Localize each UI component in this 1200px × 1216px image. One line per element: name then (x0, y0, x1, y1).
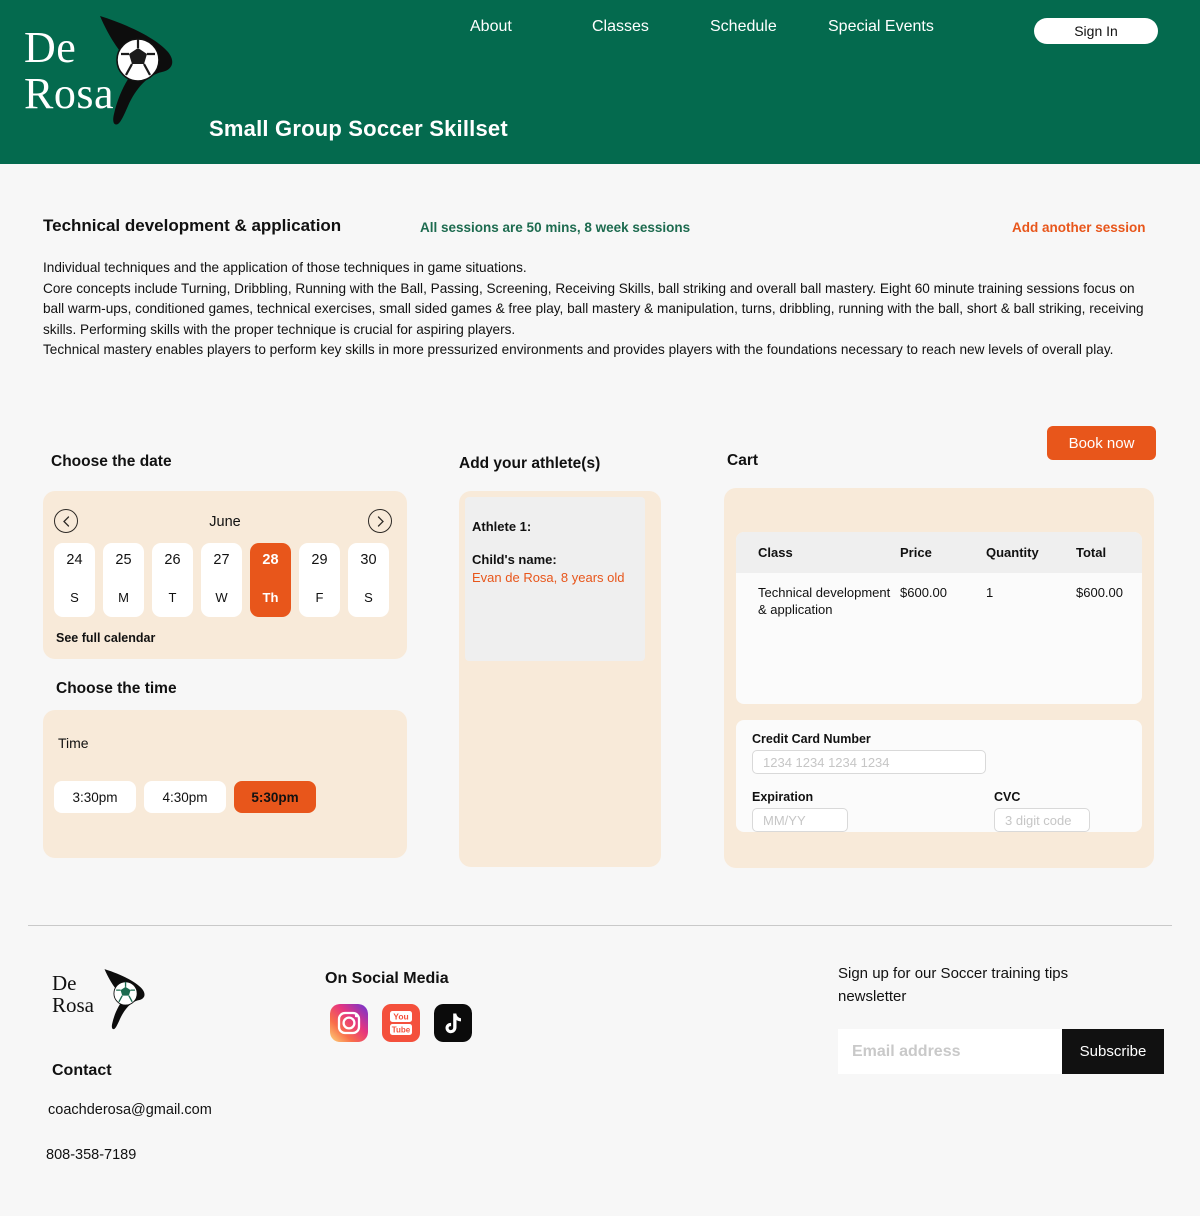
class-title: Technical development & application (43, 216, 342, 235)
child-name-label: Child's name: (472, 552, 557, 567)
calendar-day[interactable]: 27 W (201, 543, 242, 617)
calendar-day[interactable]: 24 S (54, 543, 95, 617)
tiktok-icon[interactable] (434, 1004, 472, 1042)
chevron-right-icon (377, 515, 384, 527)
page-title: Small Group Soccer Skillset (209, 116, 508, 141)
brand-logo-line1: De (24, 23, 77, 72)
footer-divider (28, 925, 1172, 926)
credit-card-label: Credit Card Number (752, 732, 871, 746)
day-number: 30 (360, 552, 377, 568)
col-price: Price (900, 532, 986, 573)
cart-panel: Class Price Quantity Total Technical dev… (724, 488, 1154, 868)
newsletter-text: Sign up for our Soccer training tips new… (838, 965, 1069, 1005)
cell-total: $600.00 (1076, 585, 1123, 600)
nav-item-special-events[interactable]: Special Events (828, 18, 978, 36)
calendar-day[interactable]: 29 F (299, 543, 340, 617)
social-heading: On Social Media (325, 970, 449, 987)
day-number: 28 (262, 552, 279, 568)
cell-quantity: 1 (986, 585, 994, 600)
day-weekday: T (168, 590, 177, 605)
contact-phone[interactable]: 808-358-7189 (46, 1147, 136, 1163)
contact-email[interactable]: coachderosa@gmail.com (48, 1102, 212, 1118)
calendar-day[interactable]: 26 T (152, 543, 193, 617)
youtube-icon[interactable]: You Tube (382, 1004, 420, 1042)
choose-time-heading: Choose the time (56, 680, 177, 697)
footer-soccer-ball-swoosh-icon (104, 969, 145, 1030)
description-paragraph-1: Individual techniques and the applicatio… (43, 260, 527, 275)
time-label: Time (58, 735, 89, 751)
time-slot-selected[interactable]: 5:30pm (234, 781, 316, 813)
athlete-panel: Athlete 1: Child's name: Evan de Rosa, 8… (459, 491, 661, 867)
nav-item-about[interactable]: About (470, 18, 592, 36)
col-quantity: Quantity (986, 532, 1076, 573)
day-weekday: S (70, 590, 79, 605)
cell-price: $600.00 (900, 585, 947, 600)
cart-table-header-row: Class Price Quantity Total (736, 532, 1142, 573)
footer-brand-logo[interactable]: De Rosa (52, 968, 162, 1034)
add-another-session-link[interactable]: Add another session (1012, 220, 1146, 235)
day-weekday: F (315, 590, 324, 605)
day-number: 24 (66, 552, 83, 568)
cart-table-row: Technical development & application $600… (736, 573, 1142, 618)
choose-date-heading: Choose the date (51, 453, 172, 470)
cell-class: Technical development & application (758, 585, 891, 617)
day-number: 25 (115, 552, 132, 568)
day-number: 29 (311, 552, 328, 568)
brand-logo[interactable]: De Rosa (22, 14, 182, 134)
day-weekday: M (118, 590, 129, 605)
footer-logo-text: De Rosa (52, 972, 94, 1016)
payment-form: Credit Card Number Expiration CVC (736, 720, 1142, 832)
session-info: All sessions are 50 mins, 8 week session… (420, 220, 691, 235)
nav-item-schedule[interactable]: Schedule (710, 18, 828, 36)
expiration-label: Expiration (752, 790, 814, 804)
credit-card-input[interactable] (752, 750, 986, 774)
day-weekday: Th (262, 590, 279, 605)
svg-text:You: You (393, 1012, 408, 1022)
svg-text:Tube: Tube (392, 1026, 411, 1035)
class-description: Individual techniques and the applicatio… (43, 258, 1153, 361)
time-picker-panel: Time 3:30pm 4:30pm 5:30pm (43, 710, 407, 858)
book-now-button[interactable]: Book now (1047, 426, 1156, 460)
day-weekday: S (364, 590, 373, 605)
day-weekday: W (215, 590, 228, 605)
time-slot[interactable]: 4:30pm (144, 781, 226, 813)
calendar-next-button[interactable] (368, 509, 392, 533)
calendar-day-row: 24 S 25 M 26 T 27 W 28 Th 29 F 30 S (54, 543, 389, 617)
cart-table: Class Price Quantity Total Technical dev… (736, 532, 1142, 704)
day-number: 27 (213, 552, 230, 568)
child-name-value: Evan de Rosa, 8 years old (472, 570, 625, 585)
footer-logo-line1: De (52, 971, 77, 995)
description-paragraph-3: Technical mastery enables players to per… (43, 342, 1114, 357)
sign-in-button[interactable]: Sign In (1034, 18, 1158, 44)
instagram-icon[interactable] (330, 1004, 368, 1042)
calendar-day-selected[interactable]: 28 Th (250, 543, 291, 617)
main-nav: About Classes Schedule Special Events (470, 18, 978, 36)
contact-heading: Contact (52, 1062, 112, 1079)
site-header: De Rosa About Classes Schedule Special E… (0, 0, 1200, 164)
cvc-input[interactable] (994, 808, 1090, 832)
description-header: Technical development & application All … (43, 216, 1163, 242)
description-paragraph-2: Core concepts include Turning, Dribbling… (43, 280, 1144, 337)
cvc-label: CVC (994, 790, 1021, 804)
see-full-calendar-link[interactable]: See full calendar (56, 631, 155, 645)
time-slot-row: 3:30pm 4:30pm 5:30pm (54, 781, 316, 813)
social-links: You Tube (330, 1004, 472, 1042)
subscribe-button[interactable]: Subscribe (1062, 1029, 1164, 1074)
day-number: 26 (164, 552, 181, 568)
add-athlete-heading: Add your athlete(s) (459, 455, 601, 472)
expiration-input[interactable] (752, 808, 848, 832)
calendar-day[interactable]: 30 S (348, 543, 389, 617)
soccer-ball-swoosh-icon (100, 16, 173, 125)
time-slot[interactable]: 3:30pm (54, 781, 136, 813)
col-total: Total (1076, 532, 1142, 573)
athlete-label: Athlete 1: (472, 519, 532, 534)
footer-logo-line2: Rosa (52, 993, 94, 1017)
calendar-month-label: June (209, 514, 241, 530)
date-picker-panel: June 24 S 25 M 26 T 27 W 28 Th 29 F 30 S… (43, 491, 407, 659)
col-class: Class (736, 532, 900, 573)
cart-heading: Cart (727, 452, 759, 469)
nav-item-classes[interactable]: Classes (592, 18, 710, 36)
calendar-day[interactable]: 25 M (103, 543, 144, 617)
